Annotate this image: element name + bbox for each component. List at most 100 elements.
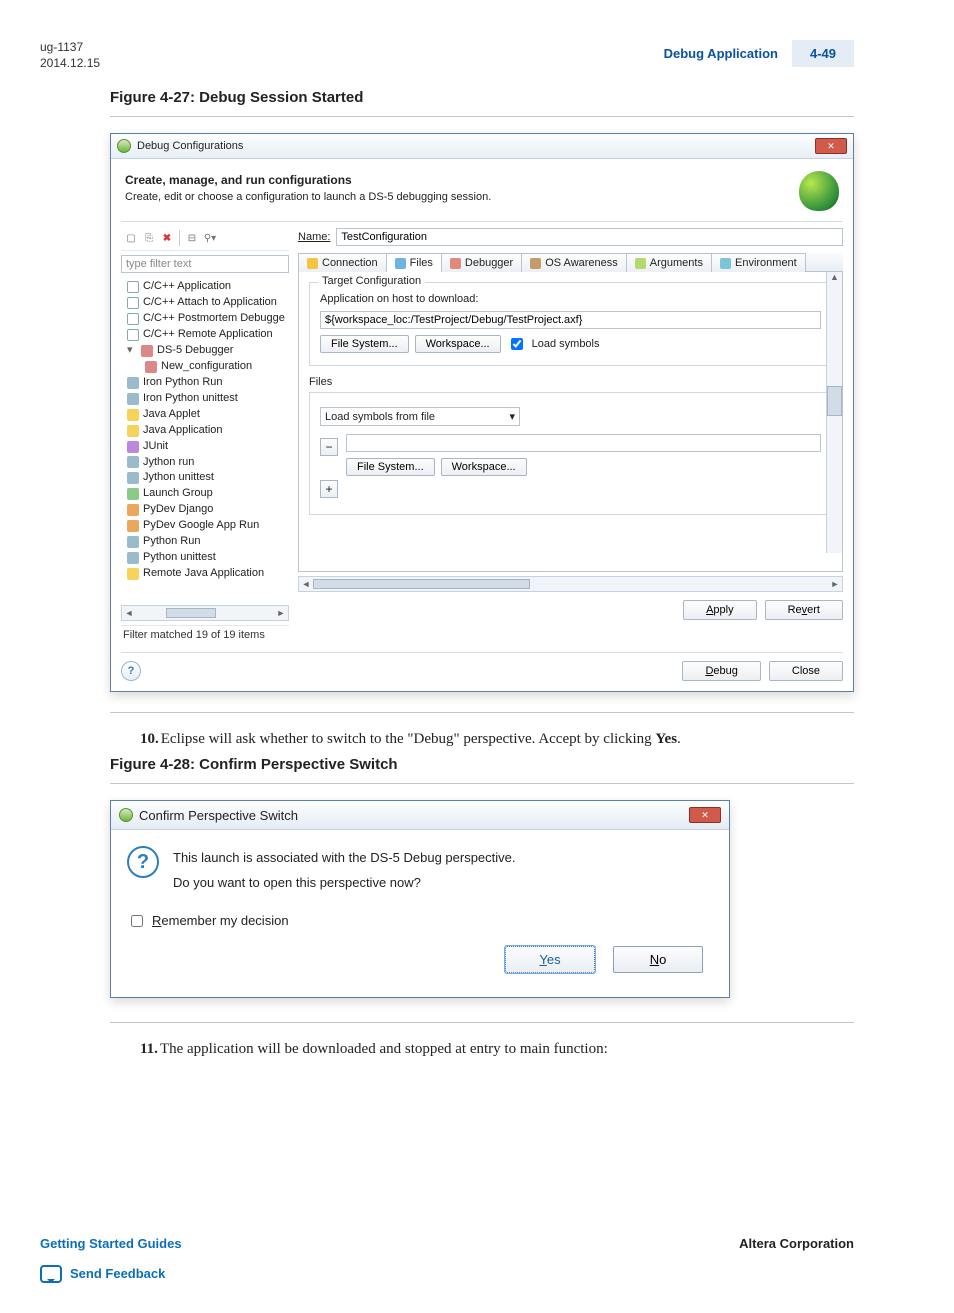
scroll-right-icon[interactable]: ►: [274, 608, 288, 618]
ds5-icon: [141, 345, 153, 357]
vscroll-thumb[interactable]: [827, 386, 842, 416]
filter-input[interactable]: [121, 255, 289, 273]
scroll-up-icon[interactable]: ▲: [827, 272, 842, 286]
pydev-gae-icon: [127, 520, 139, 532]
duplicate-config-icon[interactable]: ⎘: [141, 230, 157, 246]
dialog-line-2: Do you want to open this perspective now…: [173, 871, 516, 896]
tree-item[interactable]: Java Applet: [143, 407, 200, 423]
tree-item[interactable]: JUnit: [143, 439, 168, 455]
help-icon[interactable]: ?: [121, 661, 141, 681]
right-hscrollbar[interactable]: ◄ ►: [298, 576, 843, 592]
right-vscrollbar[interactable]: ▲: [826, 272, 842, 553]
left-hscrollbar[interactable]: ◄ ►: [121, 605, 289, 621]
window-titlebar[interactable]: Debug Configurations ✕: [111, 134, 853, 159]
file-system-button-2[interactable]: File System...: [346, 458, 435, 476]
send-feedback-link[interactable]: Send Feedback: [70, 1266, 165, 1281]
tree-item[interactable]: Python Run: [143, 534, 200, 550]
remember-checkbox[interactable]: [131, 915, 143, 927]
env-icon: [720, 258, 731, 269]
app-host-input[interactable]: [320, 311, 821, 329]
scroll-left-icon[interactable]: ◄: [122, 608, 136, 618]
ironpy-run-icon: [127, 377, 139, 389]
c-postmortem-icon: [127, 313, 139, 325]
files-icon: [395, 258, 406, 269]
ironpy-unit-icon: [127, 393, 139, 405]
file-system-button[interactable]: File System...: [320, 335, 409, 353]
tree-item[interactable]: Jython run: [143, 455, 194, 471]
filter-icon[interactable]: ⚲▾: [202, 230, 218, 246]
tree-item[interactable]: C/C++ Attach to Application: [143, 295, 277, 311]
remote-java-icon: [127, 568, 139, 580]
name-input[interactable]: [336, 228, 843, 246]
section-title-link[interactable]: Debug Application: [650, 40, 792, 67]
close-icon[interactable]: ✕: [689, 807, 721, 823]
dialog-line-1: This launch is associated with the DS-5 …: [173, 846, 516, 871]
load-symbols-checkbox[interactable]: [511, 338, 523, 350]
java-app-icon: [127, 425, 139, 437]
debug-button[interactable]: Debug: [682, 661, 760, 681]
python-run-icon: [127, 536, 139, 548]
tree-item[interactable]: PyDev Django: [143, 502, 213, 518]
jython-run-icon: [127, 456, 139, 468]
python-unit-icon: [127, 552, 139, 564]
config-tree[interactable]: C/C++ Application C/C++ Attach to Applic…: [121, 279, 289, 599]
tree-item[interactable]: Launch Group: [143, 486, 213, 502]
tree-item[interactable]: Jython unittest: [143, 470, 214, 486]
hscroll-thumb[interactable]: [313, 579, 530, 589]
tab-arguments[interactable]: Arguments: [626, 253, 712, 272]
load-symbols-select[interactable]: Load symbols from file ▾: [320, 407, 520, 426]
expand-icon[interactable]: ▾: [127, 343, 137, 359]
doc-id: ug-1137: [40, 40, 100, 56]
target-config-legend: Target Configuration: [318, 275, 425, 287]
tree-item[interactable]: DS-5 Debugger: [157, 343, 233, 359]
close-icon[interactable]: ✕: [815, 138, 847, 154]
chevron-down-icon: ▾: [509, 410, 515, 423]
tree-item[interactable]: New_configuration: [161, 359, 252, 375]
rule: [110, 1022, 854, 1023]
c-app-icon: [127, 281, 139, 293]
tab-os-awareness[interactable]: OS Awareness: [521, 253, 627, 272]
beetle-icon: [799, 171, 839, 211]
workspace-button-2[interactable]: Workspace...: [441, 458, 527, 476]
c-remote-icon: [127, 329, 139, 341]
footer-left-link[interactable]: Getting Started Guides: [40, 1236, 182, 1251]
tree-item[interactable]: PyDev Google App Run: [143, 518, 259, 534]
tab-files[interactable]: Files: [386, 253, 442, 272]
tree-item[interactable]: Java Application: [143, 423, 223, 439]
workspace-button[interactable]: Workspace...: [415, 335, 501, 353]
target-config-group: Target Configuration Application on host…: [309, 282, 832, 366]
connection-icon: [307, 258, 318, 269]
scroll-left-icon[interactable]: ◄: [299, 579, 313, 589]
tree-item[interactable]: Python unittest: [143, 550, 216, 566]
tree-item[interactable]: C/C++ Remote Application: [143, 327, 273, 343]
dialog-title: Confirm Perspective Switch: [139, 808, 298, 823]
close-button[interactable]: Close: [769, 661, 843, 681]
no-button[interactable]: No: [613, 946, 703, 973]
collapse-button[interactable]: −: [320, 438, 338, 456]
apply-button[interactable]: Apply: [683, 600, 757, 620]
revert-button[interactable]: Revert: [765, 600, 843, 620]
java-applet-icon: [127, 409, 139, 421]
tree-item[interactable]: C/C++ Postmortem Debugge: [143, 311, 285, 327]
yes-button[interactable]: Yes: [505, 946, 595, 973]
figure-27-caption: Figure 4-27: Debug Session Started: [110, 89, 854, 106]
rule: [110, 712, 854, 713]
rule: [110, 783, 854, 784]
new-config-icon[interactable]: ▢: [123, 230, 139, 246]
tab-connection[interactable]: Connection: [298, 253, 387, 272]
figure-28-caption: Figure 4-28: Confirm Perspective Switch: [110, 756, 854, 773]
tree-item[interactable]: C/C++ Application: [143, 279, 231, 295]
tab-debugger[interactable]: Debugger: [441, 253, 522, 272]
add-button[interactable]: +: [320, 480, 338, 498]
tab-environment[interactable]: Environment: [711, 253, 806, 272]
symbol-file-input[interactable]: [346, 434, 821, 452]
tree-item[interactable]: Remote Java Application: [143, 566, 264, 582]
tree-item[interactable]: Iron Python unittest: [143, 391, 238, 407]
dialog-titlebar[interactable]: Confirm Perspective Switch ✕: [111, 801, 729, 830]
delete-config-icon[interactable]: ✖: [159, 230, 175, 246]
os-icon: [530, 258, 541, 269]
collapse-all-icon[interactable]: ⊟: [184, 230, 200, 246]
tree-item[interactable]: Iron Python Run: [143, 375, 223, 391]
scroll-right-icon[interactable]: ►: [828, 579, 842, 589]
scroll-thumb[interactable]: [166, 608, 216, 618]
